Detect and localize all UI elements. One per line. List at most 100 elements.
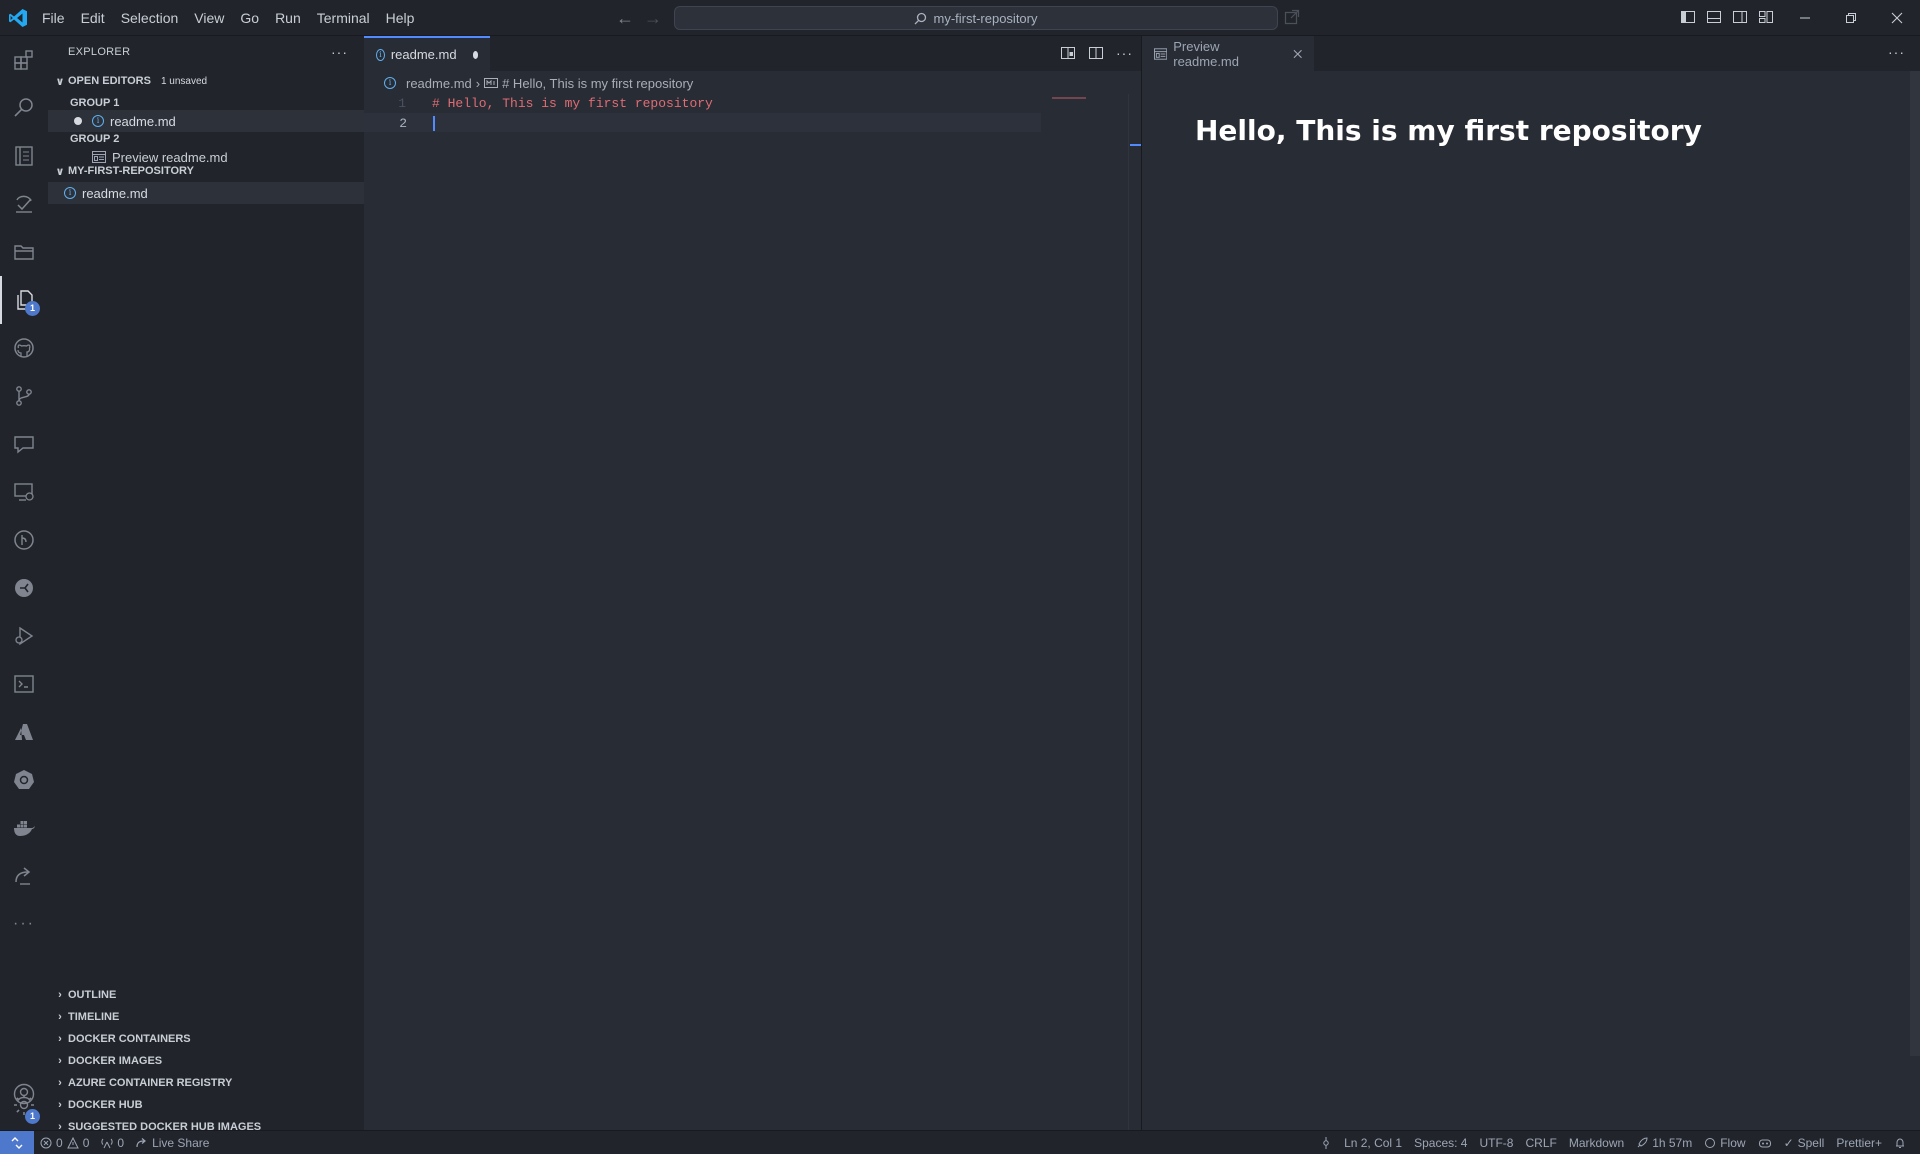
open-preview-to-side-icon[interactable]	[1060, 45, 1076, 61]
remote-explorer-icon[interactable]	[0, 468, 48, 516]
explorer-more-actions-icon[interactable]: ···	[331, 44, 348, 60]
gitlens-icon[interactable]	[0, 564, 48, 612]
explorer-icon[interactable]: 1	[0, 276, 48, 324]
notifications-button[interactable]	[1888, 1137, 1912, 1149]
outline-section[interactable]: › OUTLINE	[48, 984, 364, 1006]
indentation[interactable]: Spaces: 4	[1408, 1136, 1473, 1150]
breadcrumb: i readme.md › # Hello, This is my first …	[384, 72, 693, 94]
close-tab-icon[interactable]	[1293, 49, 1302, 59]
project-manager-icon[interactable]	[0, 228, 48, 276]
explorer-title: EXPLORER	[68, 46, 131, 58]
unsaved-badge: 1 unsaved	[160, 75, 208, 87]
search-icon[interactable]	[0, 84, 48, 132]
minimize-button[interactable]	[1782, 0, 1828, 36]
live-share-button[interactable]: Live Share	[130, 1136, 215, 1150]
open-editor-readme-label: readme.md	[110, 113, 176, 129]
menu-bar: File Edit Selection View Go Run Terminal…	[34, 0, 422, 36]
more-views-icon[interactable]: ···	[0, 900, 48, 948]
encoding[interactable]: UTF-8	[1473, 1136, 1519, 1150]
more-actions-icon[interactable]: ···	[1116, 45, 1133, 61]
unsaved-dot-icon[interactable]	[472, 50, 478, 59]
testing-icon[interactable]	[0, 180, 48, 228]
github-icon[interactable]	[0, 324, 48, 372]
explorer-panel: EXPLORER ··· ∨ OPEN EDITORS 1 unsaved GR…	[48, 36, 364, 976]
language-mode[interactable]: Markdown	[1563, 1136, 1630, 1150]
tab-preview-readme[interactable]: Preview readme.md	[1142, 36, 1314, 71]
outline-label: OUTLINE	[68, 989, 117, 1001]
command-center-search[interactable]: my-first-repository	[674, 6, 1278, 30]
docker-hub-section[interactable]: › DOCKER HUB	[48, 1094, 364, 1116]
preview-scrollbar[interactable]	[1910, 71, 1920, 1056]
timeline-section[interactable]: › TIMELINE	[48, 1006, 364, 1028]
extensions-icon[interactable]	[0, 36, 48, 84]
comments-icon[interactable]	[0, 420, 48, 468]
prettier-indicator[interactable]: Prettier+	[1830, 1136, 1888, 1150]
breadcrumb-file[interactable]: readme.md	[406, 76, 472, 91]
run-and-debug-icon[interactable]	[0, 612, 48, 660]
repository-header[interactable]: ∨ MY-FIRST-REPOSITORY	[48, 160, 364, 182]
copilot-icon	[1758, 1139, 1771, 1148]
terminal-icon[interactable]	[0, 660, 48, 708]
azure-icon[interactable]	[0, 708, 48, 756]
editor-actions: ···	[1060, 45, 1133, 61]
toggle-primary-sidebar-icon[interactable]	[1680, 9, 1696, 25]
customize-layout-icon[interactable]	[1758, 9, 1774, 25]
more-actions-icon[interactable]: ···	[1888, 44, 1905, 60]
cursor-position[interactable]: Ln 2, Col 1	[1338, 1136, 1408, 1150]
open-in-window-icon[interactable]	[1284, 9, 1300, 25]
kubernetes-icon[interactable]	[0, 756, 48, 804]
toggle-panel-icon[interactable]	[1706, 9, 1722, 25]
git-commit-indicator[interactable]	[1314, 1137, 1338, 1149]
docker-containers-section[interactable]: › DOCKER CONTAINERS	[48, 1028, 364, 1050]
code-line-current[interactable]: 2	[364, 113, 1041, 132]
docker-icon[interactable]	[0, 804, 48, 852]
tab-readme[interactable]: i readme.md	[364, 36, 490, 71]
menu-help[interactable]: Help	[378, 6, 423, 30]
menu-run[interactable]: Run	[267, 6, 309, 30]
ports-count: 0	[117, 1135, 125, 1150]
menu-file[interactable]: File	[34, 6, 73, 30]
notebook-icon[interactable]	[0, 132, 48, 180]
docker-images-section[interactable]: › DOCKER IMAGES	[48, 1050, 364, 1072]
settings-gear-icon[interactable]: 1	[0, 1082, 48, 1128]
file-readme[interactable]: i readme.md	[48, 182, 364, 204]
minimap[interactable]	[1048, 94, 1128, 194]
menu-selection[interactable]: Selection	[113, 6, 187, 30]
restore-button[interactable]	[1828, 0, 1874, 36]
go-forward-icon[interactable]: →	[644, 8, 662, 28]
end-of-line-label: CRLF	[1525, 1136, 1557, 1150]
info-file-icon: i	[64, 187, 76, 199]
remote-indicator-button[interactable]	[0, 1130, 34, 1154]
go-back-icon[interactable]: ←	[616, 8, 634, 28]
menu-go[interactable]: Go	[232, 6, 267, 30]
split-editor-icon[interactable]	[1088, 45, 1104, 61]
end-of-line[interactable]: CRLF	[1519, 1136, 1562, 1150]
chevron-right-icon: ›	[58, 1077, 62, 1089]
source-control-icon[interactable]	[0, 372, 48, 420]
copilot-indicator[interactable]	[1752, 1137, 1778, 1149]
close-window-button[interactable]	[1874, 0, 1920, 36]
minimize-icon	[1800, 17, 1810, 19]
open-editors-header[interactable]: ∨ OPEN EDITORS 1 unsaved	[48, 70, 364, 92]
breadcrumb-symbol[interactable]: # Hello, This is my first repository	[502, 76, 693, 91]
ports-indicator[interactable]: 0	[95, 1136, 130, 1150]
unsaved-dot-icon[interactable]	[74, 117, 82, 125]
flow-indicator[interactable]: Flow	[1698, 1136, 1751, 1150]
menu-edit[interactable]: Edit	[73, 6, 113, 30]
toggle-secondary-sidebar-icon[interactable]	[1732, 9, 1748, 25]
restore-icon	[1846, 13, 1856, 23]
open-editors-label: OPEN EDITORS	[68, 75, 151, 87]
menu-terminal[interactable]: Terminal	[309, 6, 378, 30]
spell-check-indicator[interactable]: ✓ Spell	[1778, 1136, 1831, 1150]
info-file-icon: i	[92, 115, 104, 127]
problems-indicator[interactable]: 0 0	[34, 1136, 95, 1150]
window-controls	[1782, 0, 1920, 36]
git-graph-icon[interactable]	[0, 516, 48, 564]
menu-view[interactable]: View	[186, 6, 232, 30]
editor-scrollbar[interactable]	[1128, 94, 1141, 1130]
live-share-icon[interactable]	[0, 852, 48, 900]
code-line[interactable]: 1 # Hello, This is my first repository	[364, 94, 1041, 113]
code-editor[interactable]: 1 # Hello, This is my first repository 2	[364, 94, 1124, 1130]
azure-container-registry-section[interactable]: › AZURE CONTAINER REGISTRY	[48, 1072, 364, 1094]
wakatime-timer[interactable]: 1h 57m	[1630, 1136, 1698, 1150]
